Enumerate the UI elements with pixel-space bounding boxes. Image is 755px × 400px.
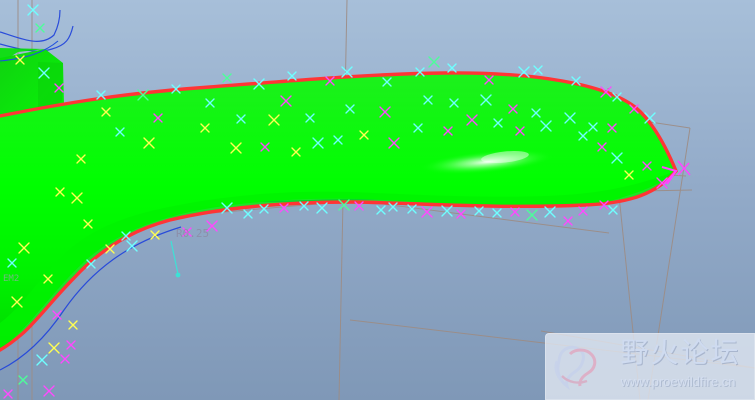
point-marker bbox=[474, 206, 484, 216]
point-marker bbox=[243, 209, 253, 219]
point-marker bbox=[36, 354, 48, 366]
point-marker bbox=[544, 206, 556, 218]
point-marker bbox=[441, 205, 453, 217]
point-marker bbox=[376, 205, 386, 215]
point-marker bbox=[222, 73, 232, 83]
point-marker bbox=[447, 63, 457, 73]
point-marker bbox=[563, 216, 573, 226]
flame-ribbon-icon bbox=[554, 345, 597, 391]
point-marker bbox=[510, 207, 520, 217]
point-marker bbox=[60, 354, 70, 364]
point-marker bbox=[533, 65, 543, 75]
point-marker bbox=[68, 320, 78, 330]
point-marker bbox=[421, 206, 433, 218]
point-marker bbox=[287, 71, 297, 81]
point-marker bbox=[18, 375, 28, 385]
point-marker bbox=[66, 340, 76, 350]
point-marker bbox=[316, 202, 328, 214]
point-marker bbox=[48, 342, 60, 354]
point-marker bbox=[492, 208, 502, 218]
watermark-badge: 野火论坛 www.proewildfire.cn bbox=[545, 333, 755, 400]
green-leaf-surface bbox=[0, 72, 676, 350]
watermark-url: www.proewildfire.cn bbox=[620, 374, 736, 389]
side-label: EM2 bbox=[3, 274, 20, 284]
point-marker bbox=[27, 4, 39, 16]
watermark-title: 野火论坛 bbox=[620, 336, 741, 369]
3d-model-viewport[interactable]: R0.25 EM2 野火论坛 www.proewildfire.cn bbox=[0, 0, 755, 400]
point-marker bbox=[608, 205, 618, 215]
dimension-label: R0.25 bbox=[176, 227, 210, 240]
point-marker bbox=[407, 204, 417, 214]
point-marker bbox=[428, 56, 440, 68]
point-marker bbox=[52, 310, 62, 320]
point-marker bbox=[35, 23, 45, 33]
point-marker bbox=[526, 209, 538, 221]
point-marker bbox=[43, 385, 55, 397]
tangency-hint-line bbox=[170, 240, 181, 278]
point-marker bbox=[3, 389, 13, 399]
point-marker bbox=[578, 206, 588, 216]
